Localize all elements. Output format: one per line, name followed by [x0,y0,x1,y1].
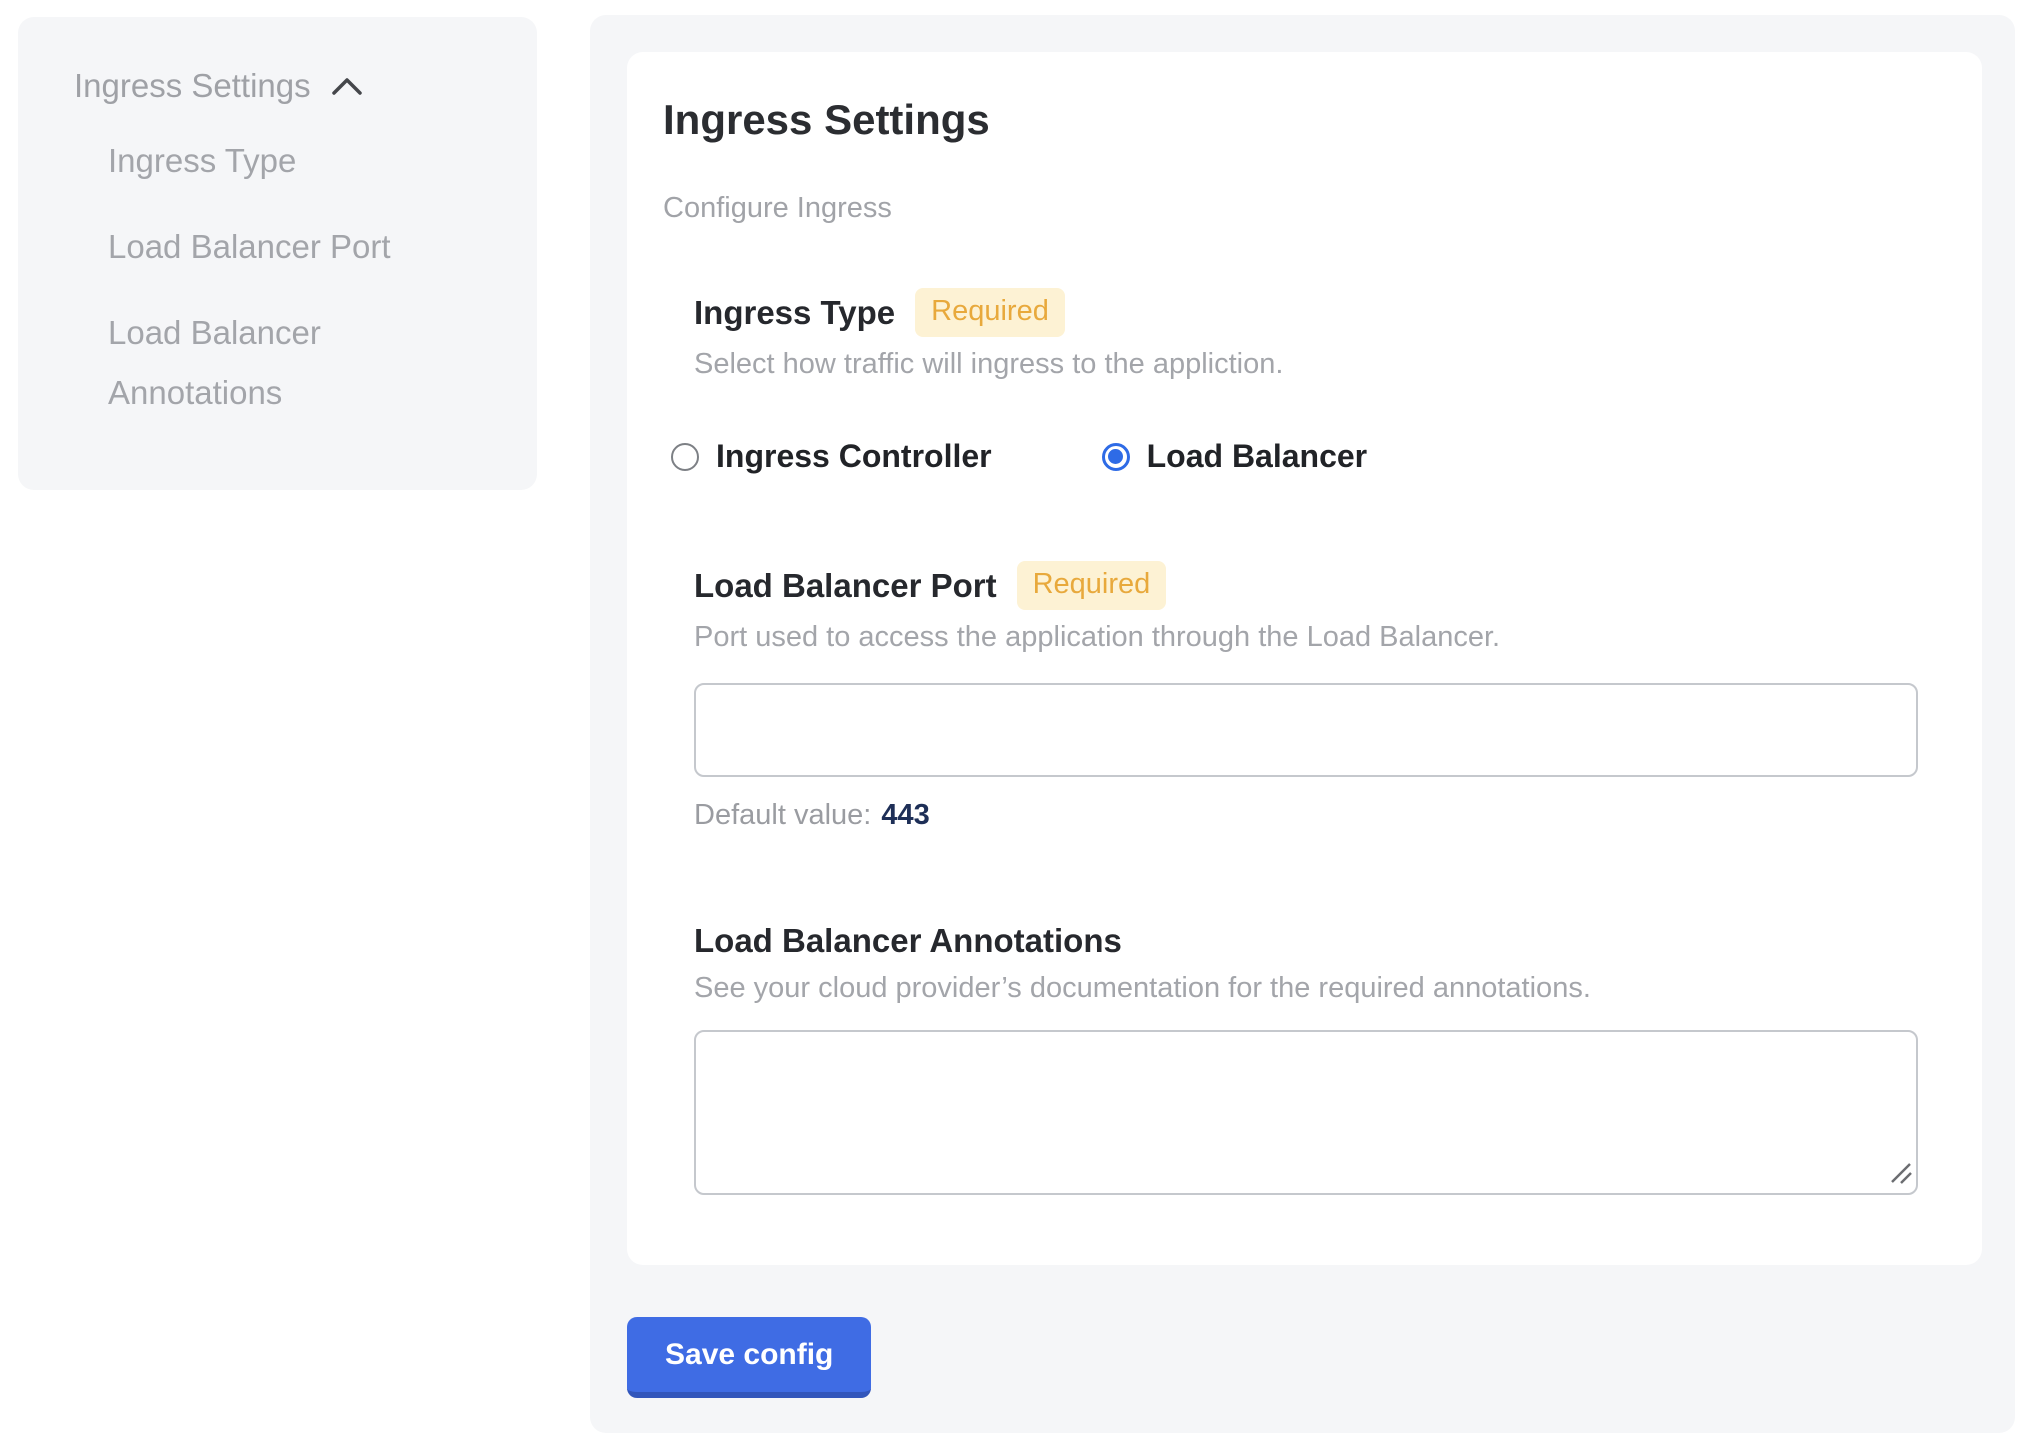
sidebar-item-load-balancer-annotations[interactable]: Load Balancer Annotations [108,303,493,423]
default-value-label: Default value: [694,799,871,831]
default-value-line: Default value: 443 [694,797,1918,833]
ingress-settings-panel: Ingress Settings Configure Ingress Ingre… [590,15,2015,1433]
load-balancer-annotations-title: Load Balancer Annotations [694,921,1122,961]
load-balancer-annotations-description: See your cloud provider’s documentation … [694,971,1918,1006]
radio-unselected-icon[interactable] [671,443,699,471]
resize-handle-icon[interactable] [1886,1158,1912,1189]
sidebar-section-label: Ingress Settings [74,67,311,105]
radio-label-load-balancer: Load Balancer [1147,438,1368,475]
page-title: Ingress Settings [663,95,1918,145]
radio-option-ingress-controller[interactable]: Ingress Controller [671,438,992,475]
section-load-balancer-annotations: Load Balancer Annotations See your cloud… [694,921,1918,1195]
save-config-button[interactable]: Save config [627,1317,871,1398]
ingress-type-title: Ingress Type [694,293,895,333]
required-badge: Required [915,288,1065,337]
section-ingress-type: Ingress Type Required Select how traffic… [694,288,1918,475]
load-balancer-port-input[interactable] [694,683,1918,777]
sidebar-section-ingress-settings[interactable]: Ingress Settings [74,67,493,105]
radio-label-ingress-controller: Ingress Controller [716,438,992,475]
sidebar-item-ingress-type[interactable]: Ingress Type [108,131,493,191]
sidebar-item-load-balancer-port[interactable]: Load Balancer Port [108,217,493,277]
radio-option-load-balancer[interactable]: Load Balancer [1102,438,1368,475]
load-balancer-annotations-textarea[interactable] [694,1030,1918,1195]
load-balancer-port-title: Load Balancer Port [694,566,997,606]
required-badge: Required [1017,561,1167,610]
settings-sidebar: Ingress Settings Ingress Type Load Balan… [18,17,537,490]
ingress-settings-card: Ingress Settings Configure Ingress Ingre… [627,52,1982,1265]
radio-selected-icon[interactable] [1102,443,1130,471]
default-value: 443 [881,799,929,831]
ingress-type-radio-group: Ingress Controller Load Balancer [671,438,1918,475]
sidebar-item-list: Ingress Type Load Balancer Port Load Bal… [108,131,493,423]
ingress-type-description: Select how traffic will ingress to the a… [694,347,1918,382]
chevron-up-icon[interactable] [331,67,363,105]
page-subtitle: Configure Ingress [663,191,1918,226]
load-balancer-port-description: Port used to access the application thro… [694,620,1918,655]
section-load-balancer-port: Load Balancer Port Required Port used to… [694,561,1918,833]
